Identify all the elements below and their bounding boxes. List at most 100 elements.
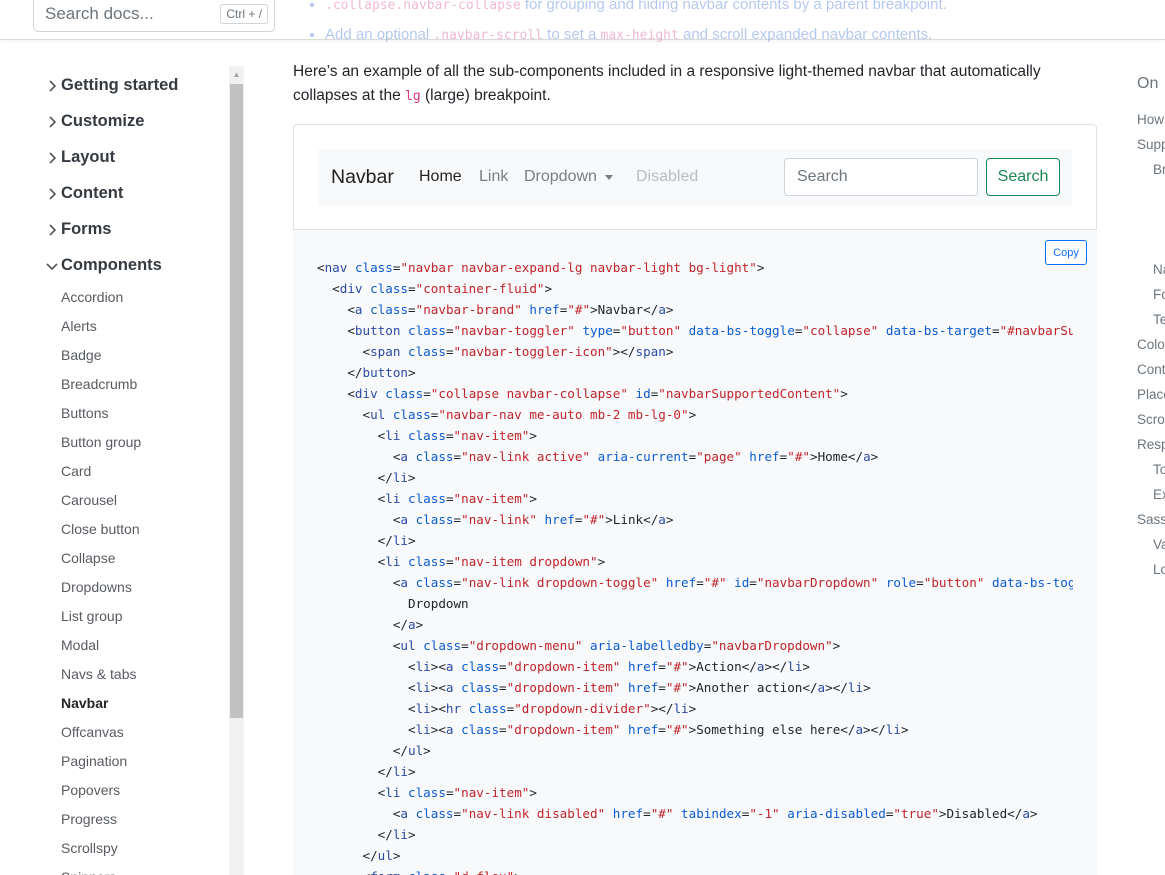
nav-link-home[interactable]: Home [419, 168, 462, 186]
code-line: <div class="container-fluid"> [317, 281, 553, 296]
sidebar-item-button-group[interactable]: Button group [61, 434, 141, 450]
toc-item[interactable]: Place [1137, 387, 1165, 402]
bullet-collapse: .collapse.navbar-collapse for grouping a… [325, 0, 1131, 20]
faded-bullets: .collapse.navbar-collapse for grouping a… [311, 0, 1131, 50]
toc-item[interactable]: Br [1153, 162, 1165, 177]
code-line: <li><a class="dropdown-item" href="#">So… [317, 722, 909, 737]
table-of-contents: On How Supp Br Na Fo Te Colo Cont Place Scro Resp T… [1137, 0, 1165, 875]
toc-item[interactable]: Resp [1137, 437, 1165, 452]
code-line: <a class="nav-link disabled" href="#" ta… [317, 806, 1038, 821]
sidebar-scrollbar-thumb[interactable] [230, 84, 243, 718]
code-line: <li class="nav-item"> [317, 785, 537, 800]
code-line: <form class="d-flex"> [317, 869, 521, 875]
code-line: </a> [317, 617, 424, 632]
nav-link-dropdown[interactable]: Dropdown [524, 168, 613, 186]
toc-item[interactable]: Cont [1137, 362, 1165, 377]
chevron-right-icon [49, 79, 57, 92]
toc-item[interactable]: Te [1153, 312, 1165, 327]
toc-item[interactable]: Va [1153, 537, 1165, 552]
toc-title: On [1137, 75, 1159, 92]
sidebar-item-modal[interactable]: Modal [61, 637, 99, 653]
nav-link-link[interactable]: Link [479, 168, 508, 186]
sidebar-item-pagination[interactable]: Pagination [61, 753, 127, 769]
code-line: <div class="collapse navbar-collapse" id… [317, 386, 848, 401]
toc-item[interactable]: How [1137, 112, 1164, 127]
code-block: Copy <nav class="navbar navbar-expand-lg… [293, 230, 1097, 875]
sidebar-item-badge[interactable]: Badge [61, 347, 101, 363]
chevron-right-icon [49, 151, 57, 164]
sidebar-group-label: Forms [61, 220, 112, 238]
bullet-text: Add an optional [325, 26, 434, 43]
caret-down-icon [604, 174, 613, 180]
docs-search-input[interactable] [45, 4, 215, 24]
sidebar-group-components[interactable]: Components [44, 256, 162, 275]
docs-sidebar [0, 40, 245, 875]
sidebar-item-spinners[interactable]: Spinners [61, 869, 116, 875]
bullet-text: to set a [543, 26, 601, 43]
sidebar-group-label: Layout [61, 148, 116, 166]
sidebar-item-scrollspy[interactable]: Scrollspy [61, 840, 118, 856]
toc-item[interactable]: Sass [1137, 512, 1165, 527]
sidebar-group-customize[interactable]: Customize [44, 112, 144, 131]
code-line: <a class="nav-link active" aria-current=… [317, 449, 879, 464]
sidebar-group-label: Content [61, 184, 124, 202]
sidebar-item-carousel[interactable]: Carousel [61, 492, 117, 508]
toc-item[interactable]: Ex [1153, 487, 1165, 502]
sidebar-item-navs-tabs[interactable]: Navs & tabs [61, 666, 136, 682]
code-line: </li> [317, 533, 416, 548]
code-line: </ul> [317, 743, 431, 758]
sidebar-item-breadcrumb[interactable]: Breadcrumb [61, 376, 137, 392]
sidebar-group-layout[interactable]: Layout [44, 148, 115, 167]
sidebar-item-navbar[interactable]: Navbar [61, 695, 108, 711]
code-line: <ul class="navbar-nav me-auto mb-2 mb-lg… [317, 407, 697, 422]
bullet-text: and scroll expanded navbar contents. [678, 26, 933, 43]
code-line: <li class="nav-item dropdown"> [317, 554, 606, 569]
sidebar-group-getting-started[interactable]: Getting started [44, 76, 178, 95]
docs-page: .collapse.navbar-collapse for grouping a… [0, 0, 1165, 875]
navbar-search-button[interactable]: Search [986, 158, 1060, 196]
sidebar-group-label: Getting started [61, 76, 179, 94]
toc-item[interactable]: Scro [1137, 412, 1165, 427]
code-line: </li> [317, 764, 416, 779]
docs-search[interactable]: Ctrl + / [33, 0, 275, 32]
code-line: <ul class="dropdown-menu" aria-labelledb… [317, 638, 841, 653]
code-line: </li> [317, 827, 416, 842]
sidebar-group-label: Customize [61, 112, 145, 130]
example-navbar: Navbar Home Link Dropdown Disabled Searc… [318, 149, 1072, 206]
sidebar-item-dropdowns[interactable]: Dropdowns [61, 579, 132, 595]
sidebar-item-close-button[interactable]: Close button [61, 521, 140, 537]
sidebar-item-accordion[interactable]: Accordion [61, 289, 123, 305]
chevron-right-icon [49, 223, 57, 236]
code-line: </li> [317, 470, 416, 485]
sidebar-group-label: Components [61, 256, 162, 274]
sidebar-item-buttons[interactable]: Buttons [61, 405, 108, 421]
sidebar-item-popovers[interactable]: Popovers [61, 782, 120, 798]
top-header: .collapse.navbar-collapse for grouping a… [0, 0, 1165, 43]
code-line: <a class="nav-link" href="#">Link</a> [317, 512, 674, 527]
sidebar-item-card[interactable]: Card [61, 463, 91, 479]
sidebar-group-content[interactable]: Content [44, 184, 123, 203]
toc-item[interactable]: Na [1153, 262, 1165, 277]
toc-item[interactable]: Fo [1153, 287, 1165, 302]
code-line: <span class="navbar-toggler-icon"></span… [317, 344, 674, 359]
bullet-text: for grouping and hiding navbar contents … [520, 0, 947, 13]
code-line: <li><hr class="dropdown-divider"></li> [317, 701, 697, 716]
toc-item[interactable]: Colo [1137, 337, 1165, 352]
sidebar-item-progress[interactable]: Progress [61, 811, 117, 827]
sidebar-item-collapse[interactable]: Collapse [61, 550, 115, 566]
toc-item[interactable]: To [1153, 462, 1165, 477]
toc-item[interactable]: Supp [1137, 137, 1165, 152]
sidebar-group-forms[interactable]: Forms [44, 220, 111, 239]
navbar-brand[interactable]: Navbar [331, 166, 394, 189]
intro-text: (large) breakpoint. [420, 87, 551, 104]
chevron-down-icon [46, 262, 58, 270]
navbar-search-input[interactable]: Search [784, 158, 978, 196]
sidebar-item-list-group[interactable]: List group [61, 608, 122, 624]
sidebar-item-offcanvas[interactable]: Offcanvas [61, 724, 124, 740]
nav-link-disabled: Disabled [636, 168, 699, 185]
sidebar-item-alerts[interactable]: Alerts [61, 318, 97, 334]
scroll-up-arrow-icon[interactable]: ▲ [229, 66, 244, 82]
code-line: </button> [317, 365, 416, 380]
toc-item[interactable]: Lo [1153, 562, 1165, 577]
code-line: <a class="navbar-brand" href="#">Navbar<… [317, 302, 674, 317]
